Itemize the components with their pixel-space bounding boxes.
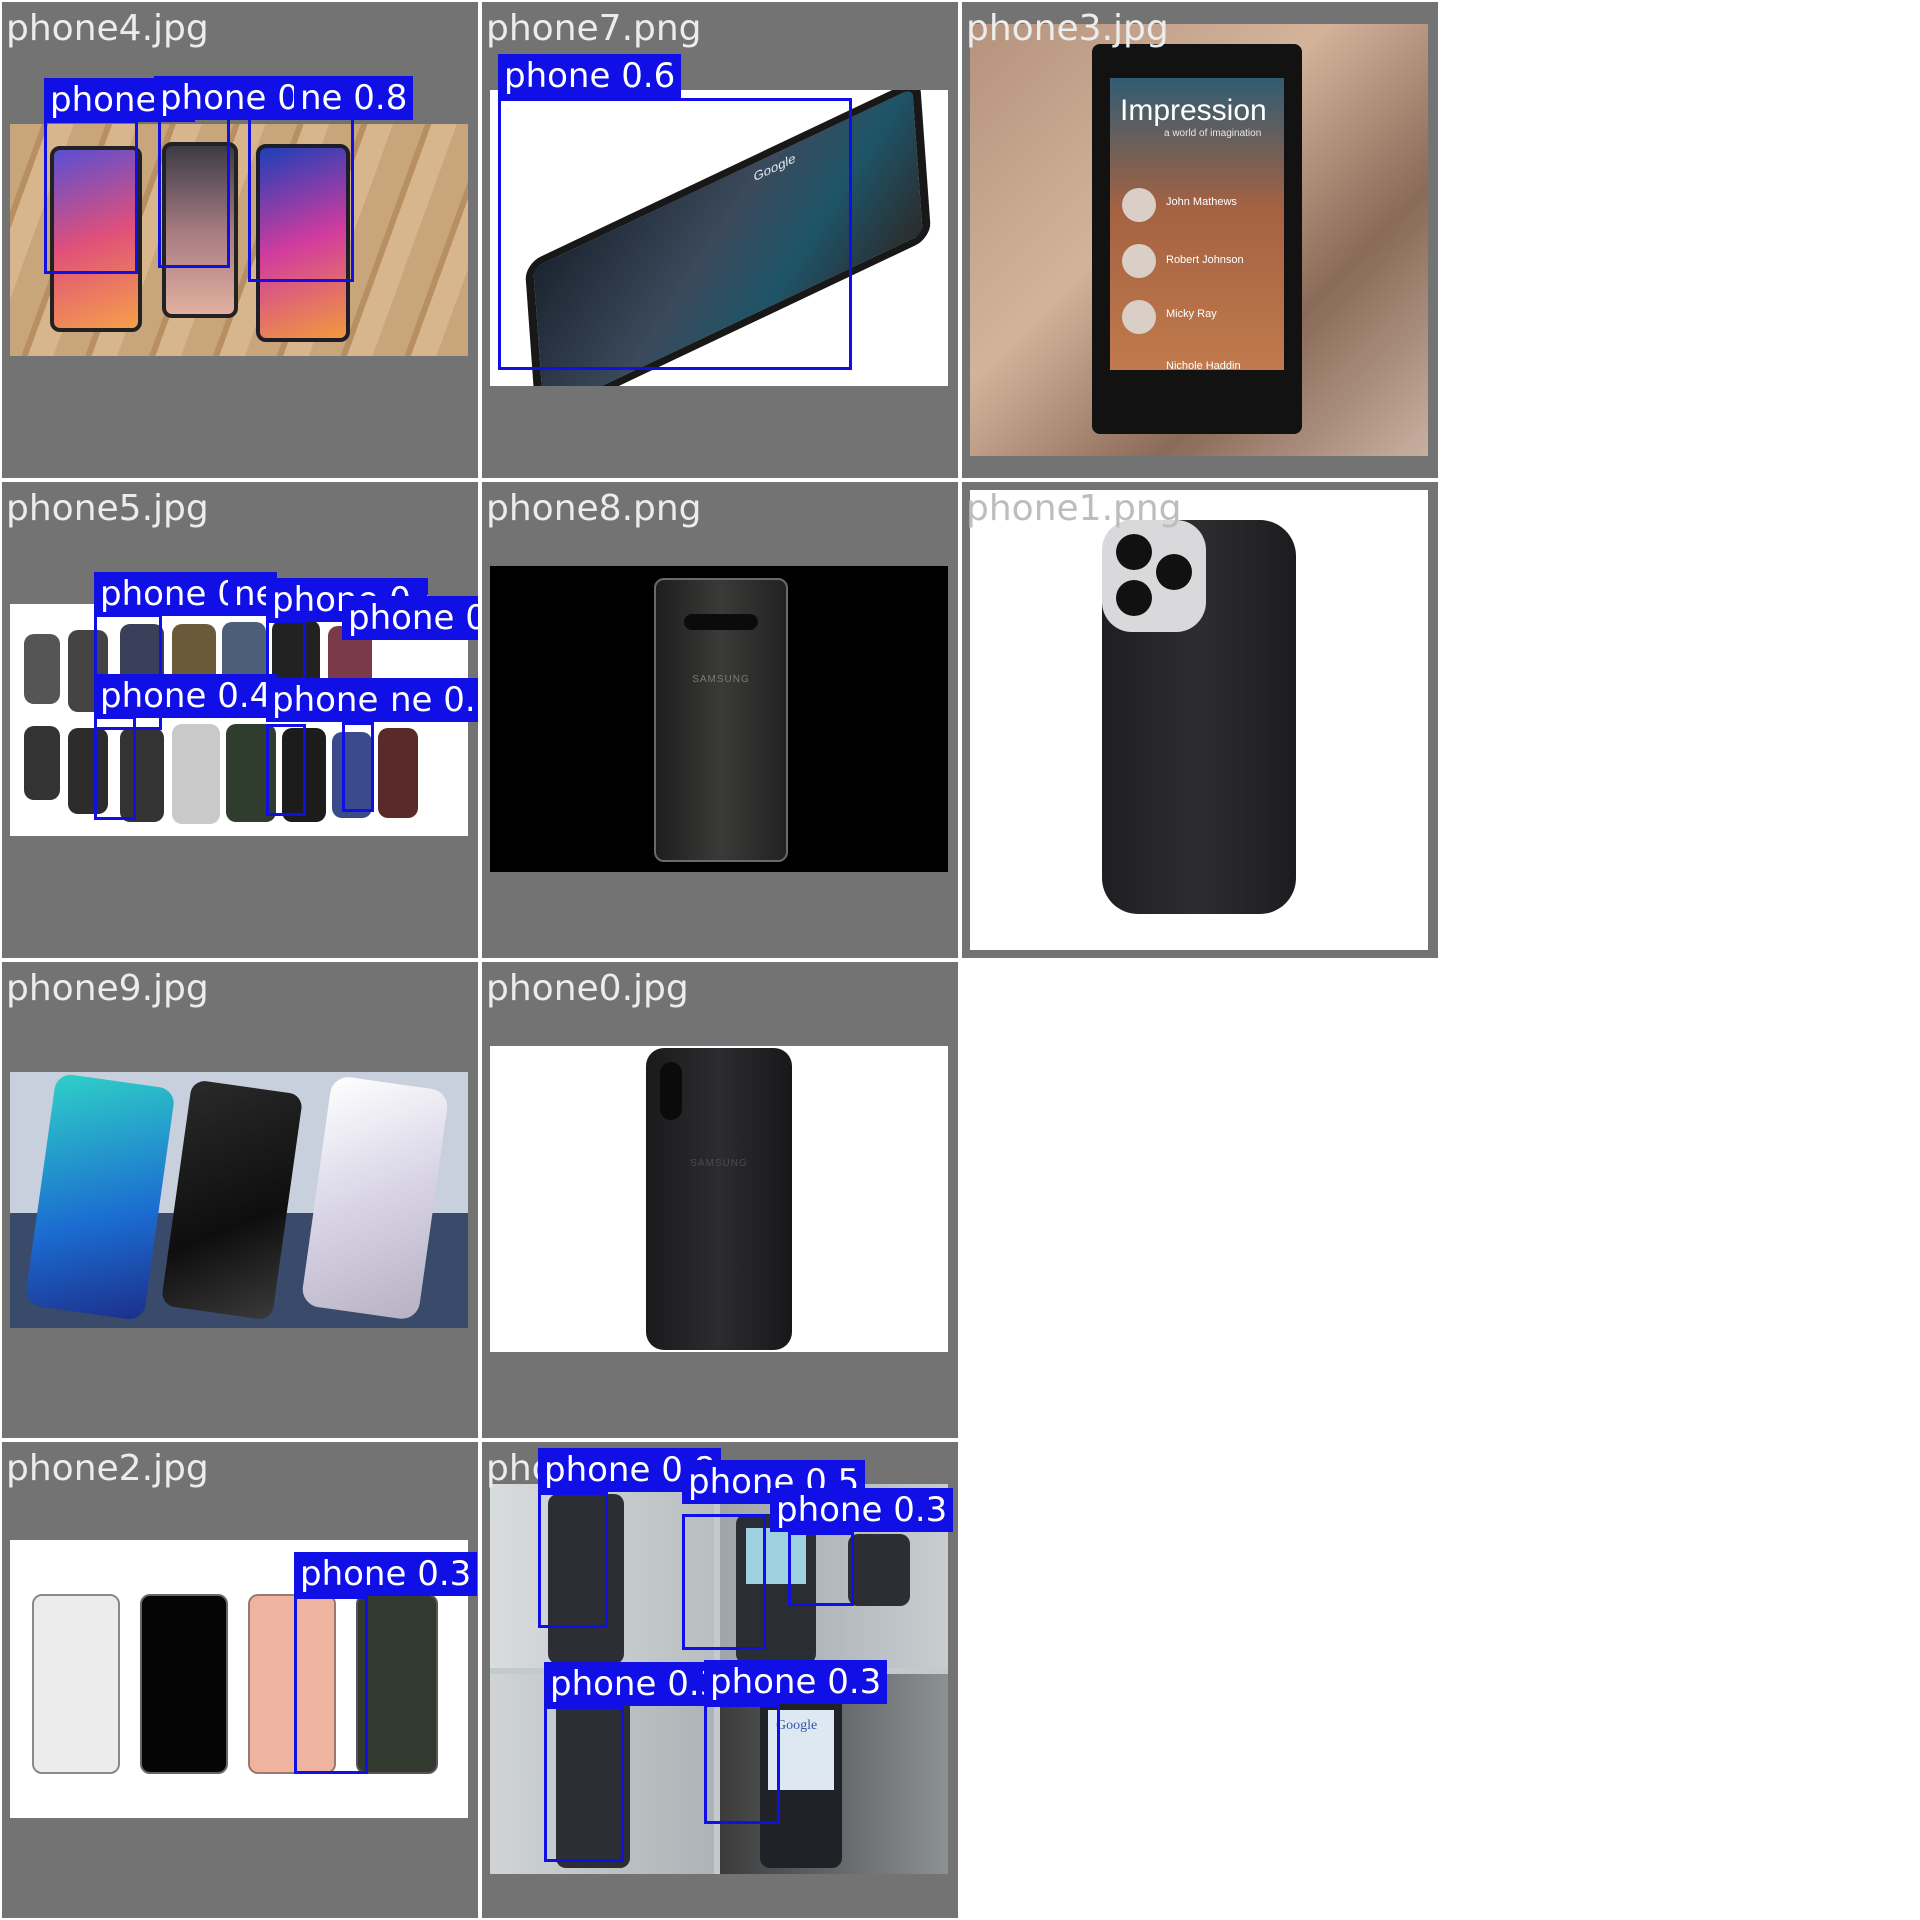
tile-phone4: phone4.jpg phone 0 phone 0.6 ne 0.8 xyxy=(2,2,478,478)
detection-label: phone 0.3 xyxy=(544,1662,728,1706)
contact-name: John Mathews xyxy=(1166,196,1237,208)
detection-box xyxy=(44,120,138,274)
detection-label: phone 0.3 xyxy=(704,1660,888,1704)
phone-image: SAMSUNG xyxy=(646,1048,792,1350)
tile-filename: phone5.jpg xyxy=(6,488,209,529)
screen-title: Impression xyxy=(1120,94,1267,127)
detection-box xyxy=(704,1704,780,1824)
tile-filename: phone4.jpg xyxy=(6,8,209,49)
detection-label: ne 0.3 xyxy=(388,678,478,722)
detection-box xyxy=(94,716,136,820)
tile-filename: phone8.png xyxy=(486,488,702,529)
tile-phone3: phone3.jpg Impression a world of imagina… xyxy=(962,2,1438,478)
photo-phone3: Impression a world of imagination John M… xyxy=(970,24,1428,456)
photo-phone9 xyxy=(10,1072,468,1328)
calculator-image xyxy=(848,1534,910,1606)
brand-logo: SAMSUNG xyxy=(690,1158,748,1169)
avatar xyxy=(1122,244,1156,278)
brand-logo: SAMSUNG xyxy=(692,674,750,685)
detection-box xyxy=(294,1596,368,1774)
phone-screen: Impression a world of imagination John M… xyxy=(1110,78,1284,370)
detection-box xyxy=(248,116,354,282)
tile-filename: phone2.jpg xyxy=(6,1448,209,1489)
tile-phone9: phone9.jpg xyxy=(2,962,478,1438)
phone-image xyxy=(24,726,60,800)
phone-image xyxy=(300,1074,450,1322)
camera-bar xyxy=(684,614,758,630)
photo-phone8: SAMSUNG xyxy=(490,566,948,872)
detection-label: phone 0.3 xyxy=(294,1552,478,1596)
tile-filename: phone0.jpg xyxy=(486,968,689,1009)
tile-filename: phone1.png xyxy=(966,488,1182,529)
detection-box xyxy=(266,724,306,816)
tile-filename: phone9.jpg xyxy=(6,968,209,1009)
phone-image xyxy=(356,1594,438,1774)
camera-module xyxy=(1102,520,1206,632)
detection-box xyxy=(342,722,374,812)
detection-box xyxy=(538,1492,608,1628)
detection-label: phone 0.3 xyxy=(770,1488,954,1532)
phone-image: SAMSUNG xyxy=(654,578,788,862)
detection-label: ne 0.8 xyxy=(294,76,414,120)
detection-box xyxy=(788,1532,854,1606)
detection-box xyxy=(682,1514,766,1650)
tile-phone0: phone0.jpg SAMSUNG xyxy=(482,962,958,1438)
phone-image xyxy=(32,1594,120,1774)
phone-image: Impression a world of imagination John M… xyxy=(1092,44,1302,434)
phone-image xyxy=(378,728,418,818)
tile-phone1: phone1.png xyxy=(962,482,1438,958)
phone-image xyxy=(160,1079,304,1321)
phone-image xyxy=(172,724,220,824)
tile-filename: phone7.png xyxy=(486,8,702,49)
tile-phone5: phone5.jpg phone 0.3 ne phone 0.4 0.5 ph… xyxy=(2,482,478,958)
detection-box xyxy=(544,1706,624,1862)
tile-phone8: phone8.png SAMSUNG xyxy=(482,482,958,958)
detection-label: phone 0.4 xyxy=(94,674,278,718)
detection-label: phone 0.6 xyxy=(498,54,682,98)
phone-case-image xyxy=(1102,520,1296,914)
avatar xyxy=(1122,300,1156,334)
phone-image xyxy=(140,1594,228,1774)
contact-name: Nichole Haddin xyxy=(1166,360,1241,370)
tile-phone7: phone7.png Google phone 0.6 xyxy=(482,2,958,478)
screen-subtitle: a world of imagination xyxy=(1164,128,1262,139)
tile-phone6: phone6.jpg Google phone 0.8 phone 0.5 ph… xyxy=(482,1442,958,1918)
tile-filename: phone3.jpg xyxy=(966,8,1169,49)
tile-phone2: phone2.jpg phone 0.3 xyxy=(2,1442,478,1918)
avatar xyxy=(1122,188,1156,222)
contact-name: Micky Ray xyxy=(1166,308,1217,320)
screen-brand: Google xyxy=(776,1718,818,1733)
photo-phone0: SAMSUNG xyxy=(490,1046,948,1352)
detection-box xyxy=(158,116,230,268)
phone-image xyxy=(24,1072,176,1322)
detection-label: phone 0.3 xyxy=(342,596,478,640)
detection-box xyxy=(498,98,852,370)
camera-module xyxy=(660,1062,682,1120)
phone-image xyxy=(24,634,60,704)
photo-phone1 xyxy=(970,490,1428,950)
contact-name: Robert Johnson xyxy=(1166,254,1244,266)
